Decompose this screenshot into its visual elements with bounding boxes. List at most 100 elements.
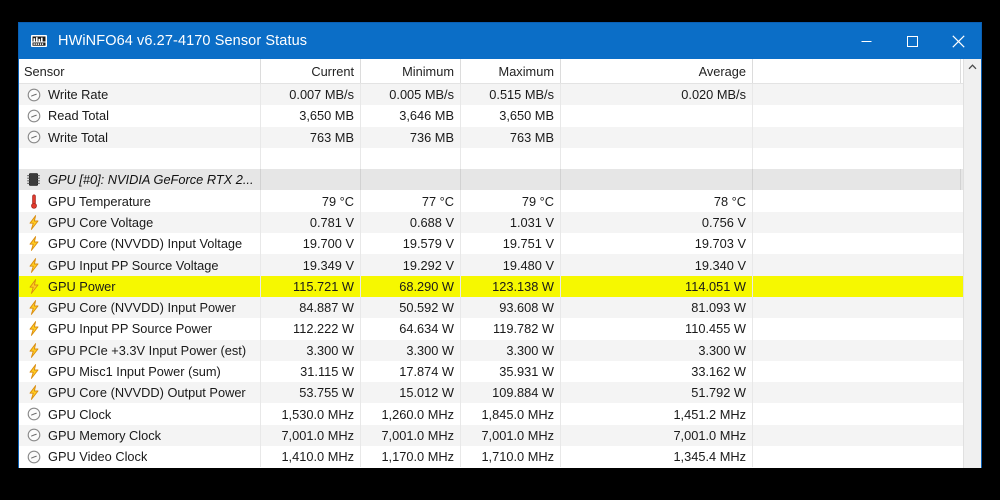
cell-sensor: GPU Input PP Source Voltage	[19, 254, 261, 276]
table-row[interactable]: GPU Core (NVVDD) Input Voltage 19.700 V 19…	[19, 233, 963, 255]
table-row[interactable]: GPU Core (NVVDD) Input Power 84.887 W 50.5…	[19, 296, 963, 319]
cell-average: 1,345.4 MHz	[561, 446, 753, 468]
cell-average: 7,001.0 MHz	[561, 424, 753, 447]
vertical-scrollbar[interactable]	[963, 59, 981, 468]
table-group-row[interactable]: GPU [#0]: NVIDIA GeForce RTX 2...	[19, 169, 963, 191]
scrollbar-track[interactable]	[964, 76, 981, 468]
cell-maximum	[461, 147, 561, 170]
column-header-current[interactable]: Current	[261, 59, 361, 83]
table-row[interactable]: GPU Video Clock 1,410.0 MHz 1,170.0 MHz 1,7…	[19, 446, 963, 468]
cell-spare	[753, 297, 961, 318]
column-header-maximum[interactable]: Maximum	[461, 59, 561, 83]
table-row[interactable]: GPU PCIe +3.3V Input Power (est) 3.300 W3…	[19, 339, 963, 361]
cell-current: 19.700 V	[261, 233, 361, 255]
scroll-up-arrow-icon[interactable]	[964, 59, 981, 76]
cell-minimum: 50.592 W	[361, 296, 461, 319]
sensor-name: Write Rate	[48, 87, 109, 103]
cell-minimum: 19.579 V	[361, 233, 461, 255]
column-header-sensor[interactable]: Sensor	[19, 59, 261, 83]
sensor-name: Read Total	[48, 108, 109, 124]
cell-minimum: 3,646 MB	[361, 105, 461, 127]
bolt-icon	[24, 342, 43, 358]
cell-spare	[753, 276, 961, 297]
cell-minimum	[361, 169, 461, 191]
table-row[interactable]: GPU Memory Clock 7,001.0 MHz 7,001.0 MHz 7,…	[19, 424, 963, 447]
cell-spare	[753, 105, 961, 126]
cell-spare	[753, 403, 961, 424]
sensor-grid: Sensor Current Minimum Maximum Average W…	[19, 59, 963, 468]
cell-maximum: 19.751 V	[461, 233, 561, 255]
cell-sensor: GPU Memory Clock	[19, 424, 261, 447]
cell-spare	[753, 382, 961, 403]
cell-average: 110.455 W	[561, 318, 753, 340]
cell-minimum: 15.012 W	[361, 382, 461, 404]
cell-minimum: 1,170.0 MHz	[361, 446, 461, 468]
cell-average: 114.051 W	[561, 275, 753, 297]
bolt-icon	[24, 364, 43, 379]
sensor-name: GPU Misc1 Input Power (sum)	[48, 364, 221, 379]
cell-current: 1,530.0 MHz	[261, 403, 361, 425]
hwinfo-sensor-status-window: HWiNFO64 v6.27-4170 Sensor Status Sensor…	[18, 22, 982, 468]
cell-minimum: 1,260.0 MHz	[361, 403, 461, 425]
table-row-highlighted[interactable]: GPU Power 115.721 W 68.290 W 123.138 W 114.0…	[19, 275, 963, 297]
table-row[interactable]: GPU Misc1 Input Power (sum) 31.115 W 17.87…	[19, 360, 963, 383]
cell-minimum: 64.634 W	[361, 318, 461, 340]
sensor-name: GPU Memory Clock	[48, 427, 162, 443]
cell-sensor: GPU Temperature	[19, 190, 261, 212]
cell-spare	[753, 340, 961, 361]
table-row[interactable]: GPU Core (NVVDD) Output Power 53.755 W 15.…	[19, 382, 963, 404]
cell-maximum: 7,001.0 MHz	[461, 424, 561, 447]
cell-current: 1,410.0 MHz	[261, 446, 361, 468]
table-row[interactable]: Write Total 763 MB 736 MB 763 MB	[19, 126, 963, 148]
window-controls	[843, 23, 981, 59]
window-title: HWiNFO64 v6.27-4170 Sensor Status	[58, 33, 308, 49]
cell-average: 0.756 V	[561, 211, 753, 234]
cell-current: 0.007 MB/s	[261, 84, 361, 106]
sensor-name: GPU Power	[48, 278, 116, 294]
gauge-icon	[24, 88, 43, 102]
gauge-icon	[24, 407, 43, 421]
table-row[interactable]: GPU Clock 1,530.0 MHz 1,260.0 MHz 1,845.0 M…	[19, 403, 963, 425]
cell-sensor: Write Rate	[19, 84, 261, 106]
column-header-minimum[interactable]: Minimum	[361, 59, 461, 83]
gauge-icon	[24, 130, 43, 144]
cell-spare	[753, 361, 961, 382]
table-row[interactable]: Write Rate 0.007 MB/s 0.005 MB/s 0.515 MB/s…	[19, 84, 963, 106]
minimize-button[interactable]	[843, 23, 889, 59]
sensor-table: Sensor Current Minimum Maximum Average W…	[19, 59, 981, 468]
column-header-average[interactable]: Average	[561, 59, 753, 83]
bolt-icon	[24, 215, 43, 230]
cell-spare	[753, 233, 961, 254]
table-rows: Write Rate 0.007 MB/s 0.005 MB/s 0.515 MB/s…	[19, 84, 963, 468]
cell-current	[261, 147, 361, 170]
sensor-name: GPU Temperature	[48, 193, 151, 209]
sensor-name: GPU Clock	[48, 406, 112, 422]
cell-average	[561, 169, 753, 191]
cell-average: 81.093 W	[561, 296, 753, 319]
table-row[interactable]: GPU Input PP Source Voltage 19.349 V 19.29…	[19, 254, 963, 276]
table-row[interactable]: GPU Temperature 79 °C 77 °C 79 °C 78 °C	[19, 190, 963, 212]
title-bar[interactable]: HWiNFO64 v6.27-4170 Sensor Status	[19, 23, 981, 59]
table-row[interactable]: GPU Input PP Source Power 112.222 W 64.634…	[19, 318, 963, 340]
table-row[interactable]: GPU Core Voltage 0.781 V 0.688 V 1.031 V 0.7…	[19, 211, 963, 234]
cell-spare	[753, 318, 961, 339]
cell-maximum: 19.480 V	[461, 254, 561, 276]
cell-average: 3.300 W	[561, 339, 753, 361]
maximize-button[interactable]	[889, 23, 935, 59]
cell-current: 19.349 V	[261, 254, 361, 276]
cell-current: 115.721 W	[261, 275, 361, 297]
cell-sensor: GPU Input PP Source Power	[19, 318, 261, 340]
close-button[interactable]	[935, 23, 981, 59]
cell-maximum: 1,710.0 MHz	[461, 446, 561, 468]
cell-sensor: Write Total	[19, 126, 261, 148]
cell-sensor: GPU Misc1 Input Power (sum)	[19, 360, 261, 383]
sensor-name: GPU Video Clock	[48, 449, 148, 465]
cell-sensor: GPU Core (NVVDD) Input Power	[19, 296, 261, 319]
cell-sensor: Read Total	[19, 105, 261, 127]
cell-average	[561, 105, 753, 127]
table-row[interactable]: Read Total 3,650 MB 3,646 MB 3,650 MB	[19, 105, 963, 127]
cell-maximum: 0.515 MB/s	[461, 84, 561, 106]
cell-spare	[753, 212, 961, 233]
table-spacer-row	[19, 147, 963, 170]
cell-average: 1,451.2 MHz	[561, 403, 753, 425]
